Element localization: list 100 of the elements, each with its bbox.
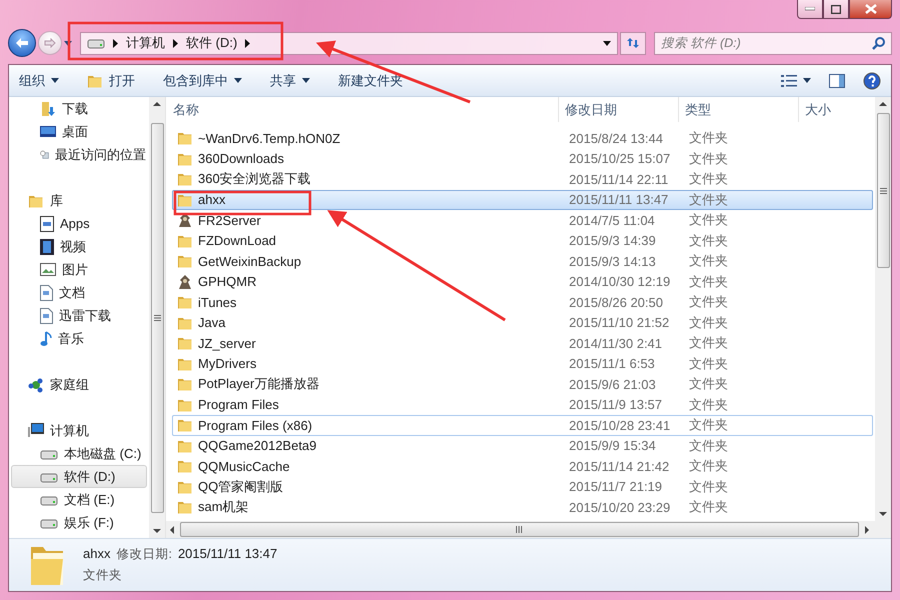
toolbar-button[interactable]: 组织 <box>19 70 59 92</box>
folder-icon <box>177 171 193 188</box>
sidebar-item[interactable]: 文档 (E:) <box>11 488 147 511</box>
column-header[interactable]: 修改日期 <box>558 97 678 122</box>
sidebar-item[interactable]: 计算机 <box>11 419 147 442</box>
preview-pane-button[interactable] <box>829 72 845 90</box>
toolbar-button[interactable]: 共享 <box>270 70 310 92</box>
sidebar-item[interactable]: 迅雷下载 <box>11 304 147 327</box>
homegroup-icon <box>28 376 44 392</box>
file-row[interactable]: GetWeixinBackup 2015/9/3 14:13 文件夹 <box>172 251 873 272</box>
file-name: 360Downloads <box>198 151 284 166</box>
scroll-thumb[interactable] <box>876 113 890 268</box>
grip-icon <box>516 526 523 533</box>
folder-icon <box>177 253 193 270</box>
breadcrumb-item[interactable]: 计算机 <box>126 34 165 52</box>
grip-icon <box>154 315 160 321</box>
file-row[interactable]: QQMusicCache 2015/11/14 21:42 文件夹 <box>172 456 873 476</box>
breadcrumb-item[interactable]: 软件 (D:) <box>186 34 238 52</box>
caret-icon <box>603 40 611 46</box>
scroll-right-icon[interactable] <box>863 526 871 534</box>
address-bar[interactable]: 计算机 软件 (D:) <box>80 32 618 54</box>
scrollbar[interactable] <box>875 97 891 521</box>
sidebar-item[interactable]: 桌面 <box>11 120 147 143</box>
file-name: PotPlayer万能播放器 <box>198 375 320 394</box>
file-row[interactable]: 360Downloads 2015/10/25 15:07 文件夹 <box>172 148 873 169</box>
type-label: 文件夹 <box>83 567 122 584</box>
chevron-icon <box>173 38 178 48</box>
type-cell-text: 文件夹 <box>688 211 729 230</box>
file-name: 360安全浏览器下载 <box>198 170 311 188</box>
file-row[interactable]: Program Files (x86) 2015/10/28 23:41 文件夹 <box>172 415 873 436</box>
date-cell-text: 2015/11/14 22:11 <box>568 170 670 188</box>
file-row[interactable]: JZ_server 2014/11/30 2:41 文件夹 <box>172 333 873 354</box>
file-row[interactable]: FZDownLoad 2015/9/3 14:39 文件夹 <box>172 230 873 251</box>
app-window-icon <box>40 216 54 232</box>
file-row[interactable]: sam机架 2015/10/20 23:29 文件夹 <box>172 497 873 518</box>
column-header[interactable]: 类型 <box>678 97 798 122</box>
scrollbar[interactable] <box>166 521 891 538</box>
type-cell-text: 文件夹 <box>688 478 729 496</box>
file-row[interactable]: QQ管家阉割版 2015/11/7 21:19 文件夹 <box>172 476 873 497</box>
type-cell-text: 文件夹 <box>688 334 729 352</box>
sidebar-item[interactable]: 家庭组 <box>11 373 147 396</box>
close-button[interactable] <box>849 0 892 19</box>
scroll-thumb[interactable] <box>180 522 859 537</box>
file-row[interactable]: Program Files 2015/11/9 13:57 文件夹 <box>172 394 873 415</box>
scrollbar[interactable] <box>149 97 165 538</box>
sidebar-item[interactable]: 视频 <box>11 235 147 258</box>
toolbar-button[interactable]: 打开 <box>87 70 135 92</box>
sidebar-item[interactable]: 库 <box>11 189 147 212</box>
refresh-button[interactable] <box>620 32 646 54</box>
minimize-button[interactable] <box>797 0 823 19</box>
sidebar-item[interactable]: 娱乐 (F:) <box>11 511 147 534</box>
maximize-icon <box>831 4 841 14</box>
search-field[interactable]: 搜索 软件 (D:) <box>654 32 892 54</box>
type-cell-text: 文件夹 <box>688 314 729 332</box>
sidebar-item[interactable]: 下载 <box>11 97 147 120</box>
file-row[interactable]: iTunes 2015/8/26 20:50 文件夹 <box>172 292 873 312</box>
type-cell-text: 文件夹 <box>688 354 729 373</box>
date-cell-text: 2015/9/3 14:13 <box>568 252 657 270</box>
caret-icon <box>803 78 811 83</box>
toolbar-button[interactable]: 新建文件夹 <box>338 70 403 92</box>
caret-icon <box>51 78 59 83</box>
sidebar-item[interactable]: 本地磁盘 (C:) <box>11 442 147 465</box>
sidebar-item[interactable]: 软件 (D:) <box>11 465 147 488</box>
toolbar-button[interactable]: 包含到库中 <box>163 70 242 92</box>
folder-icon <box>177 335 193 352</box>
file-row[interactable]: QQGame2012Beta9 2015/9/9 15:34 文件夹 <box>172 436 873 456</box>
file-name: iTunes <box>198 294 237 310</box>
back-button[interactable] <box>8 29 36 57</box>
system-drive-icon <box>40 448 58 460</box>
help-button[interactable] <box>863 70 881 92</box>
sidebar-item[interactable]: Apps <box>11 212 147 235</box>
file-row[interactable]: PotPlayer万能播放器 2015/9/6 21:03 文件夹 <box>172 374 873 394</box>
view-options-button[interactable] <box>781 72 811 88</box>
sidebar-item[interactable]: 最近访问的位置 <box>11 143 147 166</box>
maximize-button[interactable] <box>823 0 849 19</box>
file-row[interactable]: 360安全浏览器下载 2015/11/14 22:11 文件夹 <box>172 169 873 190</box>
file-row[interactable]: Java 2015/11/10 21:52 文件夹 <box>172 312 873 333</box>
desktop-icon <box>40 124 56 138</box>
date-cell-text: 2014/7/5 11:04 <box>568 212 656 230</box>
drive-icon <box>87 37 105 49</box>
sidebar-item[interactable]: 文档 <box>11 281 147 304</box>
type-cell-text: 文件夹 <box>688 190 729 209</box>
file-row[interactable]: GPHQMR 2014/10/30 12:19 文件夹 <box>172 272 873 292</box>
file-name: QQMusicCache <box>198 458 290 474</box>
sidebar-item[interactable]: 音乐 <box>11 327 147 350</box>
column-header[interactable]: 名称 <box>166 97 558 122</box>
folder-icon <box>177 499 193 516</box>
file-row[interactable]: FR2Server 2014/7/5 11:04 文件夹 <box>172 210 873 230</box>
file-row[interactable]: MyDrivers 2015/11/1 6:53 文件夹 <box>172 354 873 374</box>
folder-icon <box>177 130 193 146</box>
scroll-thumb[interactable] <box>150 123 164 513</box>
caret-icon <box>302 78 310 83</box>
file-row[interactable]: ~WanDrv6.Temp.hON0Z 2015/8/24 13:44 文件夹 <box>172 128 873 148</box>
file-name: JZ_server <box>198 336 256 351</box>
file-name: ~WanDrv6.Temp.hON0Z <box>198 130 340 146</box>
file-row[interactable]: ahxx 2015/11/11 13:47 文件夹 <box>172 190 873 210</box>
sidebar-item[interactable]: 图片 <box>11 258 147 281</box>
date-cell-text: 2015/11/10 21:52 <box>568 314 670 332</box>
date-cell-text: 2015/10/20 23:29 <box>568 498 672 516</box>
scroll-left-icon[interactable] <box>168 526 176 534</box>
